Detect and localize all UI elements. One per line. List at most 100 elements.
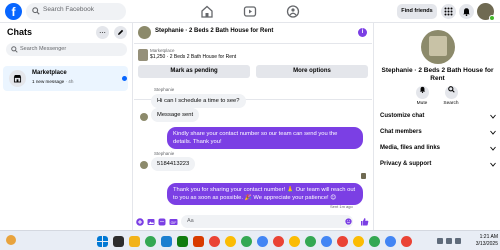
mark-as-pending-button[interactable]: Mark as pending	[138, 65, 250, 78]
gif-icon[interactable]: GIF	[169, 218, 178, 226]
unread-indicator	[122, 76, 127, 81]
contact-mini-avatar	[140, 161, 148, 169]
listing-source-label: Marketplace	[150, 48, 175, 53]
conversation-time: · 4h	[65, 79, 74, 84]
app-icon[interactable]	[337, 236, 348, 247]
groups-icon[interactable]	[285, 4, 301, 19]
app-icon[interactable]	[289, 236, 300, 247]
image-icon[interactable]	[147, 218, 155, 226]
message-sent-time: Sent 1m ago	[330, 204, 353, 209]
app-icon[interactable]	[193, 236, 204, 247]
conversation-item-marketplace[interactable]: Marketplace 1 new message · 4h	[3, 66, 128, 91]
app-icon[interactable]	[209, 236, 220, 247]
search-taskbar-icon[interactable]	[113, 236, 124, 247]
message-input[interactable]: Aa	[181, 215, 353, 228]
section-privacy-support[interactable]: Privacy & support	[380, 161, 496, 171]
account-avatar[interactable]	[477, 3, 495, 21]
home-icon[interactable]	[199, 4, 215, 19]
compose-icon	[118, 29, 124, 35]
message-composer: GIF Aa	[134, 213, 372, 230]
chrome-icon[interactable]	[145, 236, 156, 247]
bell-icon	[463, 8, 470, 16]
message-bubble-outgoing[interactable]: Kindly share your contact number so our …	[167, 127, 363, 149]
tray-chevron-icon[interactable]	[437, 238, 443, 244]
read-receipt-avatar	[361, 173, 366, 179]
more-options-button[interactable]: More options	[256, 65, 368, 78]
chevron-down-icon	[490, 130, 496, 135]
section-customize-chat[interactable]: Customize chat	[380, 113, 496, 123]
listing-photo	[429, 36, 447, 56]
mute-button[interactable]: Mute	[407, 83, 437, 106]
section-label: Privacy & support	[380, 161, 432, 167]
app-icon[interactable]	[321, 236, 332, 247]
chevron-down-icon	[490, 114, 496, 119]
video-icon[interactable]	[242, 4, 258, 19]
top-navigation-bar: f Search Facebook Find friends	[0, 0, 500, 23]
wifi-icon[interactable]	[446, 238, 452, 244]
app-icon[interactable]	[241, 236, 252, 247]
message-sender: Stephanie	[154, 87, 175, 92]
app-icon[interactable]	[369, 236, 380, 247]
search-icon	[11, 46, 18, 53]
search-in-conversation-button[interactable]: Search	[436, 83, 466, 106]
chevron-down-icon	[490, 162, 496, 167]
message-bubble-incoming[interactable]: Hi can I schedule a time to see?	[151, 94, 246, 108]
find-friends-button[interactable]: Find friends	[397, 4, 437, 19]
section-chat-members[interactable]: Chat members	[380, 129, 496, 139]
chevron-down-icon	[490, 146, 496, 151]
section-media-files-links[interactable]: Media, files and links	[380, 145, 496, 155]
facebook-logo[interactable]: f	[5, 3, 22, 20]
app-icon[interactable]	[177, 236, 188, 247]
notifications-button[interactable]	[459, 4, 474, 19]
mute-label: Mute	[416, 101, 428, 106]
facebook-search-input[interactable]: Search Facebook	[26, 3, 126, 20]
emoji-icon[interactable]	[345, 218, 352, 225]
marketplace-avatar	[9, 70, 26, 87]
listing-thumbnail[interactable]	[138, 49, 148, 61]
app-icon[interactable]	[385, 236, 396, 247]
messenger-search-input[interactable]: Search Messenger	[6, 43, 127, 56]
conversation-preview: 1 new message · 4h	[32, 79, 73, 84]
section-label: Customize chat	[380, 113, 425, 119]
listing-detail[interactable]: $1,250 · 2 Beds 2 Bath House for Rent	[150, 54, 236, 60]
new-message-button[interactable]	[114, 26, 127, 39]
app-icon[interactable]	[305, 236, 316, 247]
weather-icon[interactable]	[6, 235, 16, 245]
menu-grid-button[interactable]	[441, 4, 456, 19]
message-bubble-incoming[interactable]: Message sent	[151, 108, 200, 122]
app-icon[interactable]	[273, 236, 284, 247]
conversation-header: Stephanie · 2 Beds 2 Bath House for Rent…	[134, 23, 372, 44]
conversation-title[interactable]: Stephanie · 2 Beds 2 Bath House for Rent	[155, 28, 273, 34]
search-placeholder: Search Facebook	[43, 6, 94, 13]
sticker-icon[interactable]	[158, 218, 166, 226]
app-icon[interactable]	[257, 236, 268, 247]
message-bubble-incoming[interactable]: 5184413223	[151, 157, 196, 171]
app-icon[interactable]	[353, 236, 364, 247]
taskbar-time[interactable]: 1:21 AM	[470, 234, 498, 240]
app-icon[interactable]	[401, 236, 412, 247]
contact-avatar[interactable]	[138, 26, 151, 39]
section-label: Chat members	[380, 129, 422, 135]
chats-title: Chats	[7, 27, 33, 37]
contact-mini-avatar	[140, 113, 148, 121]
chats-panel: Chats ... Search Messenger Marketplace 1…	[0, 23, 133, 230]
thumbs-up-icon[interactable]	[360, 217, 369, 226]
conversation-info-button[interactable]: i	[358, 28, 367, 37]
svg-text:GIF: GIF	[171, 221, 177, 225]
contact-large-avatar[interactable]	[421, 30, 455, 64]
message-input-placeholder: Aa	[187, 218, 194, 224]
search-icon	[32, 7, 40, 15]
start-icon[interactable]	[97, 236, 108, 247]
volume-icon[interactable]	[455, 238, 461, 244]
bell-icon	[419, 86, 425, 93]
message-sender: Stephanie	[154, 151, 175, 156]
chats-options-button[interactable]: ...	[96, 26, 109, 39]
app-icon[interactable]	[225, 236, 236, 247]
windows-taskbar: 1:21 AM 3/13/2025	[0, 230, 500, 250]
file-explorer-icon[interactable]	[129, 236, 140, 247]
online-status-dot	[489, 15, 495, 21]
app-icon[interactable]	[161, 236, 172, 247]
message-bubble-outgoing[interactable]: Thank you for sharing your contact numbe…	[167, 183, 363, 205]
plus-icon[interactable]	[136, 218, 144, 226]
taskbar-date[interactable]: 3/13/2025	[470, 241, 498, 247]
